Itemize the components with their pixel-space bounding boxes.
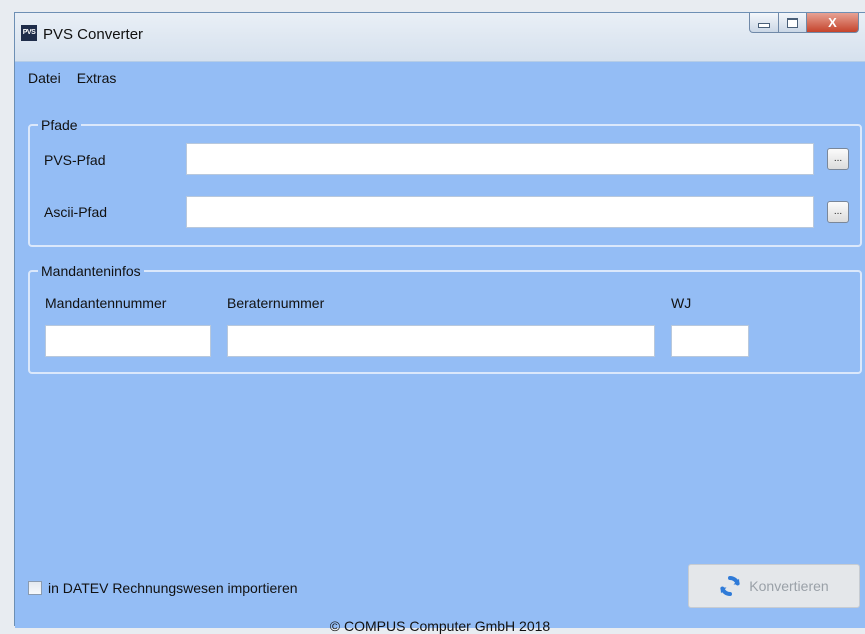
- beraternummer-label: Beraternummer: [227, 295, 325, 311]
- wj-input[interactable]: [671, 325, 749, 357]
- ascii-path-label: Ascii-Pfad: [44, 204, 108, 220]
- mandanteninfos-group: Mandanteninfos Mandantennummer Beraternu…: [28, 262, 862, 374]
- convert-button[interactable]: Konvertieren: [688, 564, 860, 608]
- ascii-browse-button[interactable]: ...: [827, 201, 849, 223]
- app-window: PVS PVS Converter X Datei Extras Pfade P…: [14, 12, 865, 634]
- import-option[interactable]: in DATEV Rechnungswesen importieren: [28, 580, 298, 596]
- minimize-button[interactable]: [749, 13, 779, 33]
- mandantennummer-label: Mandantennummer: [45, 295, 167, 311]
- pvs-path-label: PVS-Pfad: [44, 152, 106, 168]
- beraternummer-input[interactable]: [227, 325, 655, 357]
- import-checkbox-label: in DATEV Rechnungswesen importieren: [48, 580, 298, 596]
- ascii-path-input[interactable]: [186, 196, 814, 228]
- import-checkbox[interactable]: [28, 581, 42, 595]
- copyright-text: © COMPUS Computer GmbH 2018: [329, 618, 551, 634]
- mandanteninfos-group-title: Mandanteninfos: [38, 262, 144, 280]
- pvs-path-input[interactable]: [186, 143, 814, 175]
- menu-bar: Datei Extras: [15, 68, 124, 88]
- maximize-icon: [787, 17, 798, 28]
- mandantennummer-input[interactable]: [45, 325, 211, 357]
- title-bar[interactable]: PVS PVS Converter X: [15, 13, 865, 61]
- client-area: Datei Extras Pfade PVS-Pfad ... Ascii-Pf…: [15, 61, 865, 634]
- app-icon: PVS: [21, 25, 37, 41]
- window-title: PVS Converter: [43, 26, 144, 43]
- menu-extras[interactable]: Extras: [69, 68, 125, 88]
- pfade-group-title: Pfade: [38, 116, 81, 134]
- refresh-icon: [720, 576, 740, 596]
- wj-label: WJ: [671, 295, 692, 311]
- pfade-group: Pfade PVS-Pfad ... Ascii-Pfad ...: [28, 116, 862, 247]
- menu-datei[interactable]: Datei: [15, 68, 69, 88]
- convert-button-label: Konvertieren: [749, 578, 829, 594]
- caption-buttons: X: [749, 13, 859, 33]
- close-icon: X: [828, 15, 837, 30]
- pvs-browse-button[interactable]: ...: [827, 148, 849, 170]
- minimize-icon: [758, 22, 770, 28]
- maximize-button[interactable]: [779, 13, 807, 33]
- close-button[interactable]: X: [807, 13, 859, 33]
